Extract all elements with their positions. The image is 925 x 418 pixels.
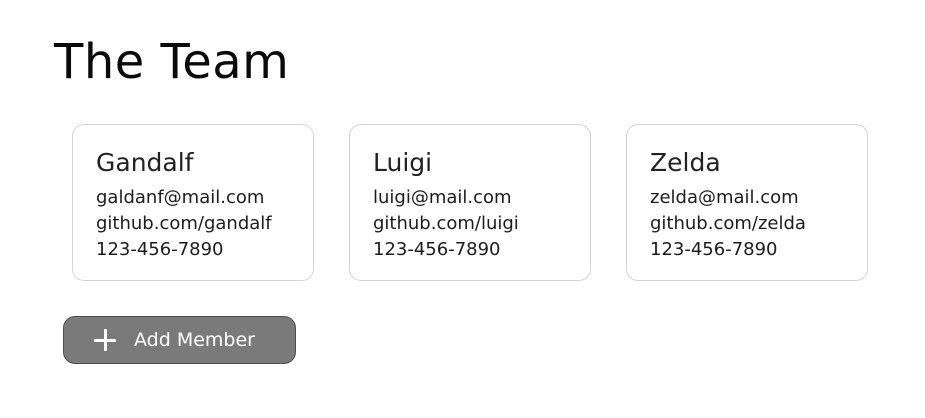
- member-email: luigi@mail.com: [373, 187, 512, 208]
- member-phone: 123-456-7890: [650, 239, 778, 260]
- member-phone: 123-456-7890: [96, 239, 224, 260]
- member-card-luigi: Luigi luigi@mail.com github.com/luigi 12…: [349, 124, 591, 281]
- member-github: github.com/gandalf: [96, 213, 272, 234]
- member-name: Gandalf: [96, 148, 194, 177]
- member-name: Zelda: [650, 148, 721, 177]
- member-github: github.com/luigi: [373, 213, 519, 234]
- member-email: galdanf@mail.com: [96, 187, 265, 208]
- plus-icon: [94, 329, 116, 351]
- member-phone: 123-456-7890: [373, 239, 501, 260]
- add-member-button[interactable]: Add Member: [63, 316, 296, 364]
- add-member-label: Add Member: [134, 329, 255, 351]
- member-card-gandalf: Gandalf galdanf@mail.com github.com/gand…: [72, 124, 314, 281]
- member-name: Luigi: [373, 148, 433, 177]
- member-email: zelda@mail.com: [650, 187, 799, 208]
- member-github: github.com/zelda: [650, 213, 806, 234]
- member-card-zelda: Zelda zelda@mail.com github.com/zelda 12…: [626, 124, 868, 281]
- page-title: The Team: [54, 34, 290, 90]
